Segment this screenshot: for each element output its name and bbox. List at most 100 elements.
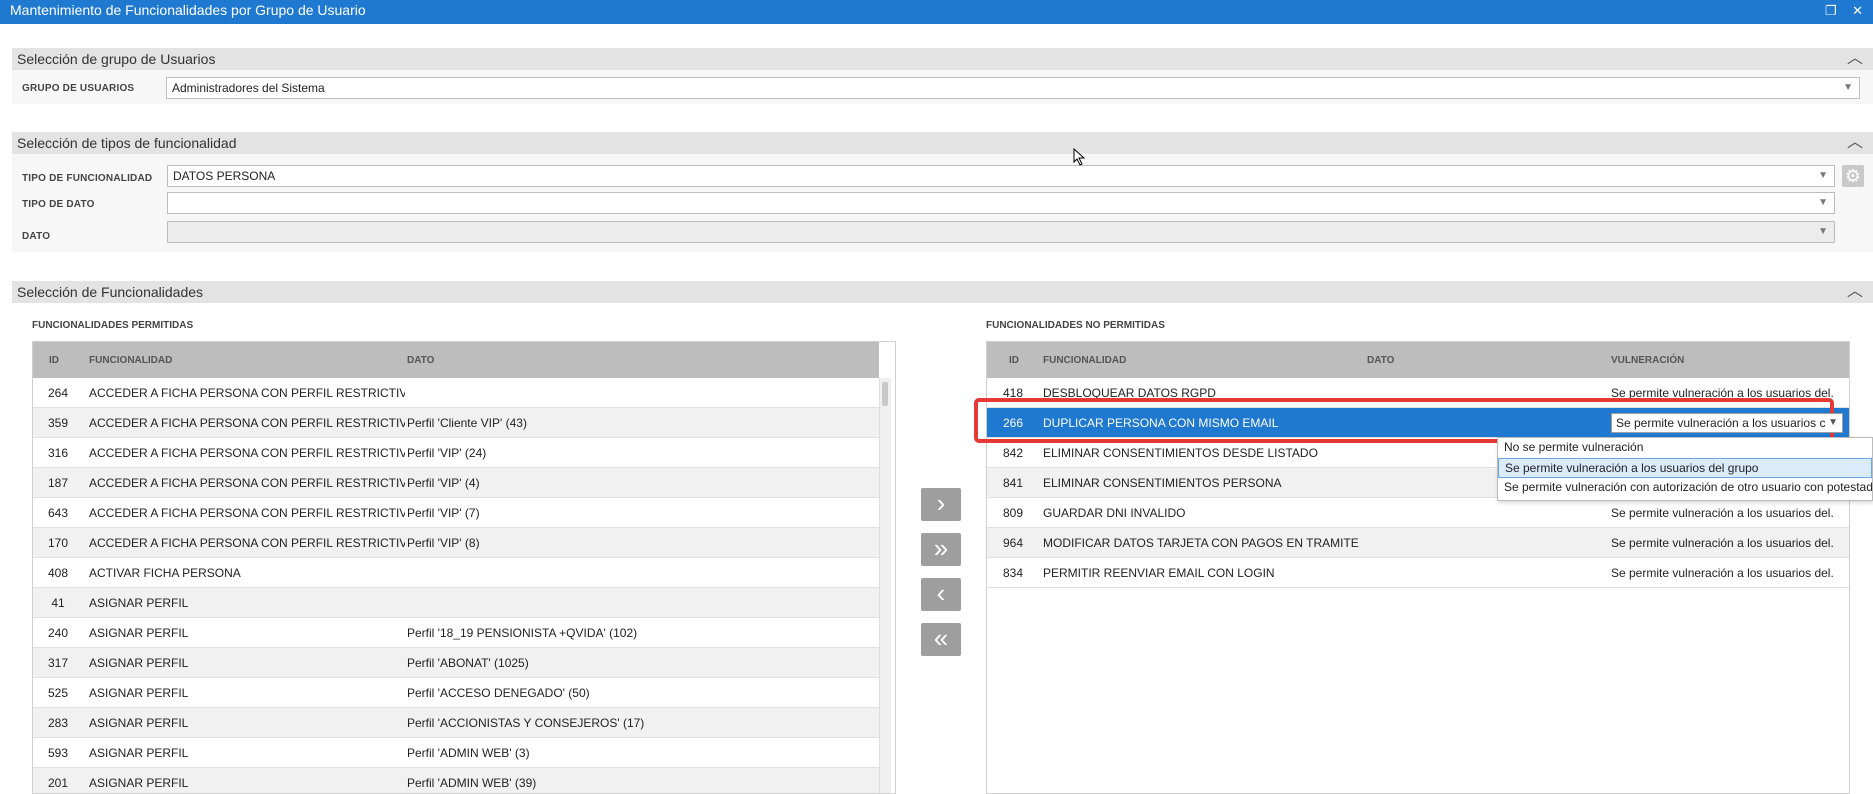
column-header-funcionalidad[interactable]: FUNCIONALIDAD: [1043, 355, 1126, 366]
user-group-select[interactable]: Administradores del Sistema ▼: [166, 77, 1860, 99]
chevron-down-icon: ▼: [1818, 170, 1828, 181]
window-controls[interactable]: ❐ ✕: [1825, 1, 1869, 21]
cell-funcionalidad: ASIGNAR PERFIL: [89, 656, 189, 670]
allowed-grid-scrollbar[interactable]: [879, 378, 891, 793]
column-header-vulneracion[interactable]: VULNERACIÓN: [1611, 355, 1684, 366]
table-row[interactable]: 316 ACCEDER A FICHA PERSONA CON PERFIL RE…: [33, 438, 879, 468]
cell-id: 359: [47, 416, 69, 430]
move-all-left-button[interactable]: «: [921, 623, 961, 656]
cell-dato: Perfil 'VIP' (7): [407, 506, 480, 520]
type-section-title: Selección de tipos de funcionalidad: [17, 135, 237, 151]
table-row[interactable]: 643 ACCEDER A FICHA PERSONA CON PERFIL RE…: [33, 498, 879, 528]
window-titlebar: Mantenimiento de Funcionalidades por Gru…: [0, 0, 1873, 24]
cell-id: 809: [1002, 506, 1024, 520]
cell-vulneracion: Se permite vulneración a los usuarios de…: [1611, 506, 1833, 520]
cell-vulneracion: Se permite vulneración a los usuarios de…: [1611, 536, 1833, 550]
cell-funcionalidad: ASIGNAR PERFIL: [89, 716, 189, 730]
table-row[interactable]: 964 MODIFICAR DATOS TARJETA CON PAGOS EN …: [987, 528, 1849, 558]
cell-funcionalidad: ACCEDER A FICHA PERSONA CON PERFIL RESTR…: [89, 476, 405, 490]
table-row[interactable]: 525 ASIGNAR PERFIL Perfil 'ACCESO DENEGADO…: [33, 678, 879, 708]
move-right-button[interactable]: ›: [921, 488, 961, 521]
table-row[interactable]: 187 ACCEDER A FICHA PERSONA CON PERFIL RE…: [33, 468, 879, 498]
cell-dato: Perfil 'VIP' (24): [407, 446, 487, 460]
not-allowed-list-title: FUNCIONALIDADES NO PERMITIDAS: [986, 320, 1165, 331]
cell-dato: Perfil 'ACCESO DENEGADO' (50): [407, 686, 590, 700]
table-row[interactable]: 359 ACCEDER A FICHA PERSONA CON PERFIL RE…: [33, 408, 879, 438]
dropdown-option[interactable]: Se permite vulneración con autorización …: [1498, 478, 1872, 498]
tipo-funcionalidad-select[interactable]: DATOS PERSONA ▼: [167, 165, 1835, 187]
chevron-down-icon: ▼: [1825, 414, 1838, 432]
functionality-section-title: Selección de Funcionalidades: [17, 284, 204, 300]
table-row[interactable]: 283 ASIGNAR PERFIL Perfil 'ACCIONISTAS Y C…: [33, 708, 879, 738]
cell-id: 317: [47, 656, 69, 670]
cell-id: 643: [47, 506, 69, 520]
allowed-list-title: FUNCIONALIDADES PERMITIDAS: [32, 320, 194, 331]
cell-funcionalidad: ACCEDER A FICHA PERSONA CON PERFIL RESTR…: [89, 416, 405, 430]
cell-funcionalidad: ACCEDER A FICHA PERSONA CON PERFIL RESTR…: [89, 386, 405, 400]
cell-funcionalidad: ACTIVAR FICHA PERSONA: [89, 566, 241, 580]
vulneration-cell-select[interactable]: Se permite vulneración a los usuarios c …: [1611, 413, 1843, 433]
cell-dato: Perfil 'VIP' (4): [407, 476, 480, 490]
cell-funcionalidad: ASIGNAR PERFIL: [89, 596, 189, 610]
dato-label: DATO: [22, 231, 51, 242]
cell-id: 170: [47, 536, 69, 550]
column-header-dato[interactable]: DATO: [407, 355, 434, 366]
collapse-chevron-icon[interactable]: ︿: [1847, 48, 1863, 70]
move-all-right-button[interactable]: »: [921, 533, 961, 566]
cell-id: 593: [47, 746, 69, 760]
cell-dato: Perfil '18_19 PENSIONISTA +QVIDA' (102): [407, 626, 638, 640]
table-row[interactable]: 317 ASIGNAR PERFIL Perfil 'ABONAT' (1025): [33, 648, 879, 678]
collapse-chevron-icon[interactable]: ︿: [1847, 132, 1863, 154]
vulneration-cell-value: Se permite vulneración a los usuarios c: [1616, 416, 1826, 430]
table-row[interactable]: 264 ACCEDER A FICHA PERSONA CON PERFIL RE…: [33, 378, 879, 408]
grid-header: ID FUNCIONALIDAD DATO: [33, 342, 879, 378]
dropdown-option[interactable]: Se permite vulneración a los usuarios de…: [1498, 458, 1872, 478]
cell-funcionalidad: ASIGNAR PERFIL: [89, 626, 189, 640]
cell-dato: Perfil 'VIP' (8): [407, 536, 480, 550]
table-row[interactable]: 240 ASIGNAR PERFIL Perfil '18_19 PENSIONIS…: [33, 618, 879, 648]
type-section-header[interactable]: Selección de tipos de funcionalidad ︿: [12, 132, 1873, 154]
cell-funcionalidad: ELIMINAR CONSENTIMIENTOS PERSONA: [1043, 476, 1282, 490]
cell-funcionalidad: ELIMINAR CONSENTIMIENTOS DESDE LISTADO: [1043, 446, 1318, 460]
column-header-id[interactable]: ID: [49, 355, 59, 366]
table-row[interactable]: 809 GUARDAR DNI INVALIDO Se permite vulner…: [987, 498, 1849, 528]
dropdown-option[interactable]: No se permite vulneración: [1498, 438, 1872, 458]
functionality-section-header[interactable]: Selección de Funcionalidades ︿: [12, 281, 1873, 303]
table-row[interactable]: 834 PERMITIR REENVIAR EMAIL CON LOGIN Se p…: [987, 558, 1849, 588]
scroll-thumb[interactable]: [882, 382, 888, 406]
mouse-cursor-icon: [1073, 148, 1086, 166]
table-row[interactable]: 41 ASIGNAR PERFIL: [33, 588, 879, 618]
cell-funcionalidad: ACCEDER A FICHA PERSONA CON PERFIL RESTR…: [89, 446, 405, 460]
cell-dato: Perfil 'ADMIN WEB' (39): [407, 776, 537, 790]
cell-dato: Perfil 'ACCIONISTAS Y CONSEJEROS' (17): [407, 716, 645, 730]
dato-select[interactable]: ▼: [167, 221, 1835, 243]
cell-id: 834: [1002, 566, 1024, 580]
column-header-id[interactable]: ID: [1009, 355, 1019, 366]
table-row[interactable]: 593 ASIGNAR PERFIL Perfil 'ADMIN WEB' (3): [33, 738, 879, 768]
grid-header: ID FUNCIONALIDAD DATO VULNERACIÓN: [987, 342, 1849, 378]
column-header-funcionalidad[interactable]: FUNCIONALIDAD: [89, 355, 172, 366]
cell-funcionalidad: ACCEDER A FICHA PERSONA CON PERFIL RESTR…: [89, 506, 405, 520]
collapse-chevron-icon[interactable]: ︿: [1847, 281, 1863, 303]
table-row[interactable]: 170 ACCEDER A FICHA PERSONA CON PERFIL RE…: [33, 528, 879, 558]
cell-id: 283: [47, 716, 69, 730]
cell-funcionalidad: ASIGNAR PERFIL: [89, 776, 189, 790]
cell-funcionalidad: ACCEDER A FICHA PERSONA CON PERFIL RESTR…: [89, 536, 405, 550]
column-header-dato[interactable]: DATO: [1367, 355, 1394, 366]
cell-id: 316: [47, 446, 69, 460]
window-title: Mantenimiento de Funcionalidades por Gru…: [10, 2, 366, 18]
cell-funcionalidad: ASIGNAR PERFIL: [89, 746, 189, 760]
settings-gear-icon[interactable]: ⚙: [1842, 165, 1864, 187]
cell-id: 240: [47, 626, 69, 640]
tipo-funcionalidad-value: DATOS PERSONA: [173, 169, 276, 183]
table-row[interactable]: 201 ASIGNAR PERFIL Perfil 'ADMIN WEB' (39): [33, 768, 879, 793]
user-group-section-header[interactable]: Selección de grupo de Usuarios ︿: [12, 48, 1873, 70]
cell-funcionalidad: MODIFICAR DATOS TARJETA CON PAGOS EN TRA…: [1043, 536, 1363, 550]
tipo-dato-label: TIPO DE DATO: [22, 199, 95, 210]
cell-funcionalidad: PERMITIR REENVIAR EMAIL CON LOGIN: [1043, 566, 1275, 580]
allowed-functionalities-grid: ID FUNCIONALIDAD DATO 264 ACCEDER A FICHA…: [32, 341, 896, 794]
table-row[interactable]: 408 ACTIVAR FICHA PERSONA: [33, 558, 879, 588]
move-left-button[interactable]: ‹: [921, 578, 961, 611]
chevron-down-icon: ▼: [1843, 82, 1853, 93]
tipo-dato-select[interactable]: ▼: [167, 192, 1835, 214]
